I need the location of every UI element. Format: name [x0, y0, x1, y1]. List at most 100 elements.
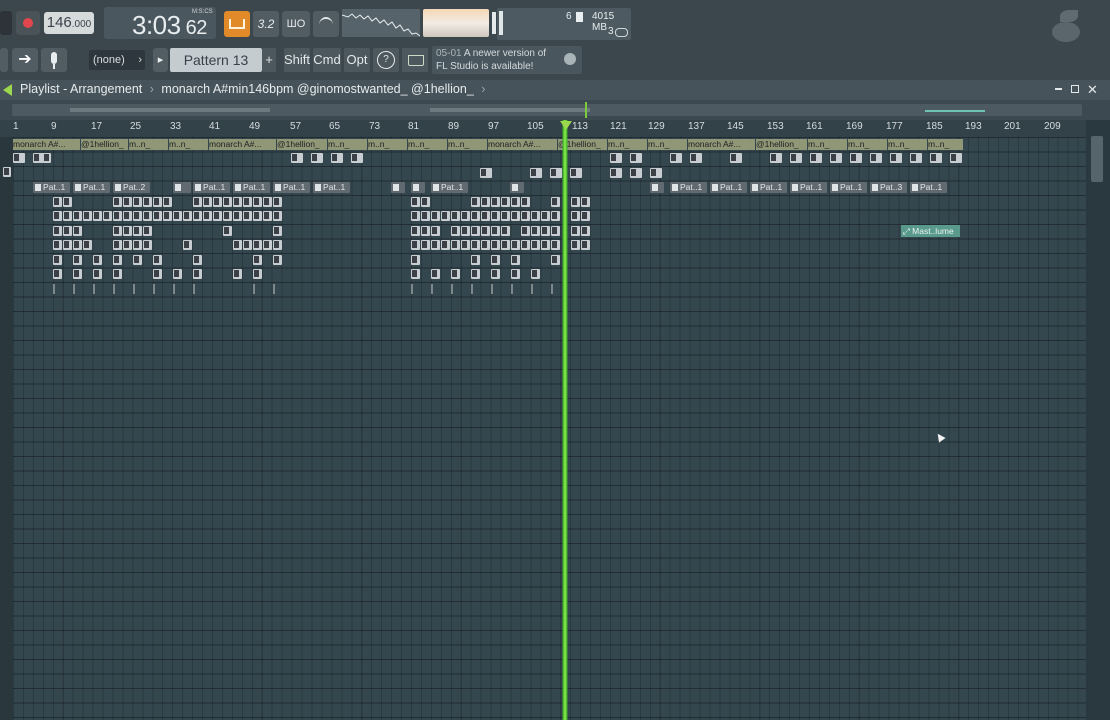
note-clip[interactable]	[551, 226, 560, 236]
pattern-clip[interactable]	[810, 153, 822, 163]
note-clip[interactable]	[273, 240, 282, 250]
note-clip[interactable]	[421, 240, 430, 250]
note-clip[interactable]	[491, 255, 500, 265]
pattern-clip[interactable]	[331, 153, 343, 163]
automation-clip[interactable]: ⤢ Mast..lume	[901, 225, 960, 237]
note-clip[interactable]	[571, 240, 580, 250]
note-clip[interactable]	[213, 211, 222, 221]
note-clip[interactable]	[411, 255, 420, 265]
pattern-clip[interactable]: Pat..1	[73, 182, 110, 193]
note-clip[interactable]	[263, 240, 272, 250]
note-clip[interactable]	[253, 240, 262, 250]
pattern-clip[interactable]: Pat..1	[790, 182, 827, 193]
note-clip[interactable]	[471, 197, 480, 207]
pattern-clip[interactable]: Pat..1	[670, 182, 707, 193]
track-header-column[interactable]	[0, 137, 13, 720]
note-clip[interactable]	[253, 197, 262, 207]
note-clip[interactable]	[223, 211, 232, 221]
note-clip[interactable]	[571, 211, 580, 221]
step-edit-button[interactable]: 3.2	[253, 11, 279, 37]
note-marker[interactable]	[491, 284, 493, 294]
note-clip[interactable]	[263, 211, 272, 221]
pattern-clip[interactable]	[690, 153, 702, 163]
note-clip[interactable]	[193, 255, 202, 265]
note-clip[interactable]	[213, 197, 222, 207]
song-time-display[interactable]: 3:03 62 M:S:CS	[104, 7, 216, 40]
note-clip[interactable]	[421, 226, 430, 236]
note-clip[interactable]	[461, 226, 470, 236]
note-clip[interactable]	[103, 211, 112, 221]
pattern-clip[interactable]	[850, 153, 862, 163]
note-clip[interactable]	[273, 255, 282, 265]
note-clip[interactable]	[531, 211, 540, 221]
note-clip[interactable]	[461, 240, 470, 250]
pattern-clip[interactable]	[890, 153, 902, 163]
note-clip[interactable]	[183, 211, 192, 221]
note-clip[interactable]	[123, 197, 132, 207]
pattern-clip[interactable]: Pat..1	[273, 182, 310, 193]
note-clip[interactable]	[143, 240, 152, 250]
note-clip[interactable]	[233, 197, 242, 207]
note-marker[interactable]	[411, 284, 413, 294]
note-clip[interactable]	[481, 240, 490, 250]
note-clip[interactable]	[53, 226, 62, 236]
note-clip[interactable]	[421, 197, 430, 207]
pattern-clip[interactable]	[950, 153, 962, 163]
note-clip[interactable]	[223, 197, 232, 207]
note-clip[interactable]	[431, 211, 440, 221]
note-clip[interactable]	[511, 255, 520, 265]
note-clip[interactable]	[551, 255, 560, 265]
note-clip[interactable]	[511, 197, 520, 207]
pattern-clip[interactable]	[650, 182, 664, 193]
pattern-clip[interactable]: Pat..1	[750, 182, 787, 193]
note-clip[interactable]	[571, 197, 580, 207]
pattern-clip[interactable]	[530, 168, 542, 178]
note-clip[interactable]	[471, 269, 480, 279]
note-clip[interactable]	[143, 197, 152, 207]
microphone-button[interactable]	[41, 48, 67, 72]
note-clip[interactable]	[73, 269, 82, 279]
pattern-clip[interactable]	[173, 182, 191, 193]
vertical-scrollbar[interactable]	[1086, 120, 1110, 720]
note-clip[interactable]	[113, 197, 122, 207]
audio-clip[interactable]: m..n_	[928, 139, 963, 150]
note-clip[interactable]	[273, 226, 282, 236]
note-clip[interactable]	[113, 211, 122, 221]
maximize-icon[interactable]	[1071, 85, 1079, 93]
pattern-clip[interactable]	[311, 153, 323, 163]
note-clip[interactable]	[73, 226, 82, 236]
playhead-marker[interactable]	[560, 121, 572, 130]
note-marker[interactable]	[551, 284, 553, 294]
note-clip[interactable]	[183, 240, 192, 250]
note-clip[interactable]	[133, 226, 142, 236]
note-clip[interactable]	[511, 211, 520, 221]
arrangement-overview-scrollbar[interactable]	[0, 100, 1110, 120]
note-clip[interactable]	[581, 240, 590, 250]
pattern-clip[interactable]	[13, 153, 25, 163]
note-marker[interactable]	[193, 284, 195, 294]
note-clip[interactable]	[123, 226, 132, 236]
close-icon[interactable]: ✕	[1087, 82, 1098, 98]
note-clip[interactable]	[133, 255, 142, 265]
note-marker[interactable]	[133, 284, 135, 294]
project-menu-arrow[interactable]: ›	[481, 82, 485, 96]
pattern-clip[interactable]	[830, 153, 842, 163]
note-marker[interactable]	[531, 284, 533, 294]
note-clip[interactable]	[551, 197, 560, 207]
note-clip[interactable]	[53, 197, 62, 207]
news-panel[interactable]: 05-01 A newer version of FL Studio is av…	[432, 46, 582, 74]
note-marker[interactable]	[511, 284, 513, 294]
note-marker[interactable]	[451, 284, 453, 294]
note-clip[interactable]	[53, 269, 62, 279]
note-marker[interactable]	[53, 284, 55, 294]
cmd-button[interactable]: Cmd	[313, 48, 341, 72]
pattern-clip[interactable]	[351, 153, 363, 163]
audio-clip[interactable]: monarch A#...	[688, 139, 755, 150]
note-clip[interactable]	[451, 240, 460, 250]
note-clip[interactable]	[163, 197, 172, 207]
note-clip[interactable]	[133, 240, 142, 250]
note-clip[interactable]	[133, 197, 142, 207]
note-clip[interactable]	[541, 211, 550, 221]
minimize-icon[interactable]	[1055, 88, 1062, 90]
note-clip[interactable]	[123, 211, 132, 221]
